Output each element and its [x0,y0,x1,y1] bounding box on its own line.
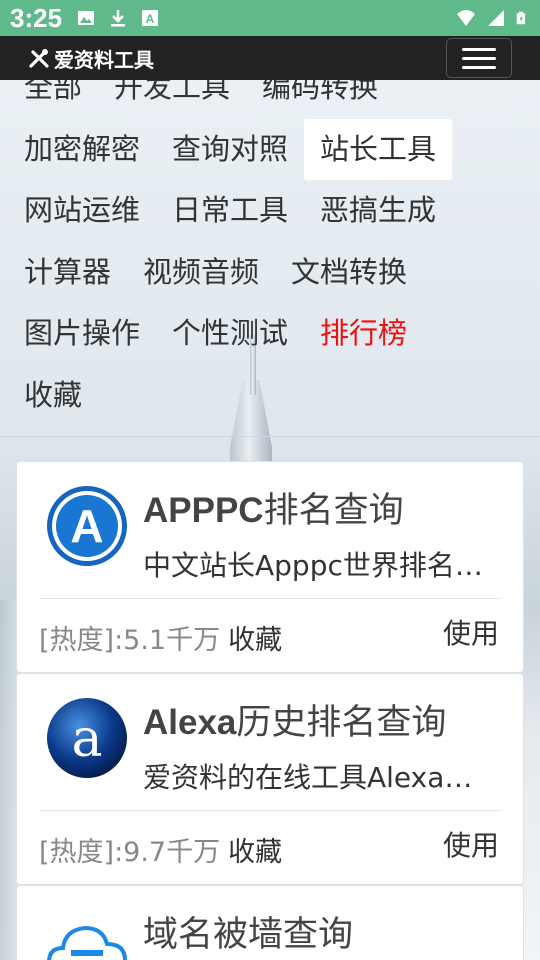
signal-icon [488,10,504,26]
download-icon [111,10,126,27]
app-bar: 爱资料工具 [0,36,540,80]
logo-text: 爱资料工具 [54,47,154,72]
a-box-icon: A [142,10,159,26]
wifi-icon [457,10,475,26]
svg-text:A: A [70,500,103,552]
category-lookup[interactable]: 查询对照 [156,119,304,180]
tool-title[interactable]: Alexa历史排名查询 [143,694,446,745]
category-ranking[interactable]: 排行榜 [304,303,423,364]
category-personality-test[interactable]: 个性测试 [156,303,304,364]
category-dev-tools[interactable]: 开发工具 [98,80,246,118]
category-encrypt[interactable]: 加密解密 [8,119,156,180]
tool-title[interactable]: 域名被墙查询 [143,906,353,957]
card-divider [39,810,501,811]
svg-text:A: A [146,12,155,26]
use-button[interactable]: 使用 [443,612,499,652]
category-prank[interactable]: 恶搞生成 [304,180,452,241]
category-favorites[interactable]: 收藏 [8,365,98,426]
category-all[interactable]: 全部 [8,80,98,118]
category-image-ops[interactable]: 图片操作 [8,303,156,364]
tool-description: 中文站长Apppc世界排名查询 [143,549,483,582]
category-site-ops[interactable]: 网站运维 [8,180,156,241]
image-icon [78,11,95,25]
svg-text:a: a [71,709,102,769]
hamburger-menu-icon[interactable] [446,38,512,78]
tools-icon [29,49,49,68]
heat-label: [热度]:9.7千万 [39,837,221,868]
tool-card[interactable]: A APPPC排名查询 中文站长Apppc世界排名查询 [热度]:5.1千万 收藏… [16,461,524,673]
favorite-button[interactable]: 收藏 [228,837,282,868]
tool-meta: [热度]:9.7千万 收藏 [39,830,282,869]
category-daily-tools[interactable]: 日常工具 [156,180,304,241]
tool-card[interactable]: a Alexa历史排名查询 爱资料的在线工具Alexa历史排名查询 [热度]:9… [16,673,524,885]
card-divider [39,598,501,599]
tool-meta: [热度]:5.1千万 收藏 [39,618,282,657]
site-logo[interactable]: 爱资料工具 [28,44,154,73]
category-video-audio[interactable]: 视频音频 [127,242,275,303]
category-calculator[interactable]: 计算器 [8,242,127,303]
tool-description: 爱资料的在线工具Alexa历史排名查询 [143,761,483,794]
tool-title[interactable]: APPPC排名查询 [143,482,404,533]
favorite-button[interactable]: 收藏 [228,625,282,656]
category-webmaster-tools[interactable]: 站长工具 [304,118,453,180]
use-button[interactable]: 使用 [443,824,499,864]
cloud-wall-icon [45,906,129,960]
category-doc-convert[interactable]: 文档转换 [275,242,423,303]
apppc-a-icon: A [45,484,129,568]
status-time: 3:25 [10,2,63,33]
alexa-a-icon: a [45,696,129,780]
status-bar: 3:25 A [0,0,540,36]
heat-label: [热度]:5.1千万 [39,625,221,656]
category-encoding[interactable]: 编码转换 [246,80,394,118]
battery-icon [516,11,526,25]
tool-card[interactable]: 域名被墙查询 [16,885,524,960]
category-nav: 全部 开发工具 编码转换 加密解密 查询对照 站长工具 网站运维 日常工具 恶搞… [0,80,540,437]
